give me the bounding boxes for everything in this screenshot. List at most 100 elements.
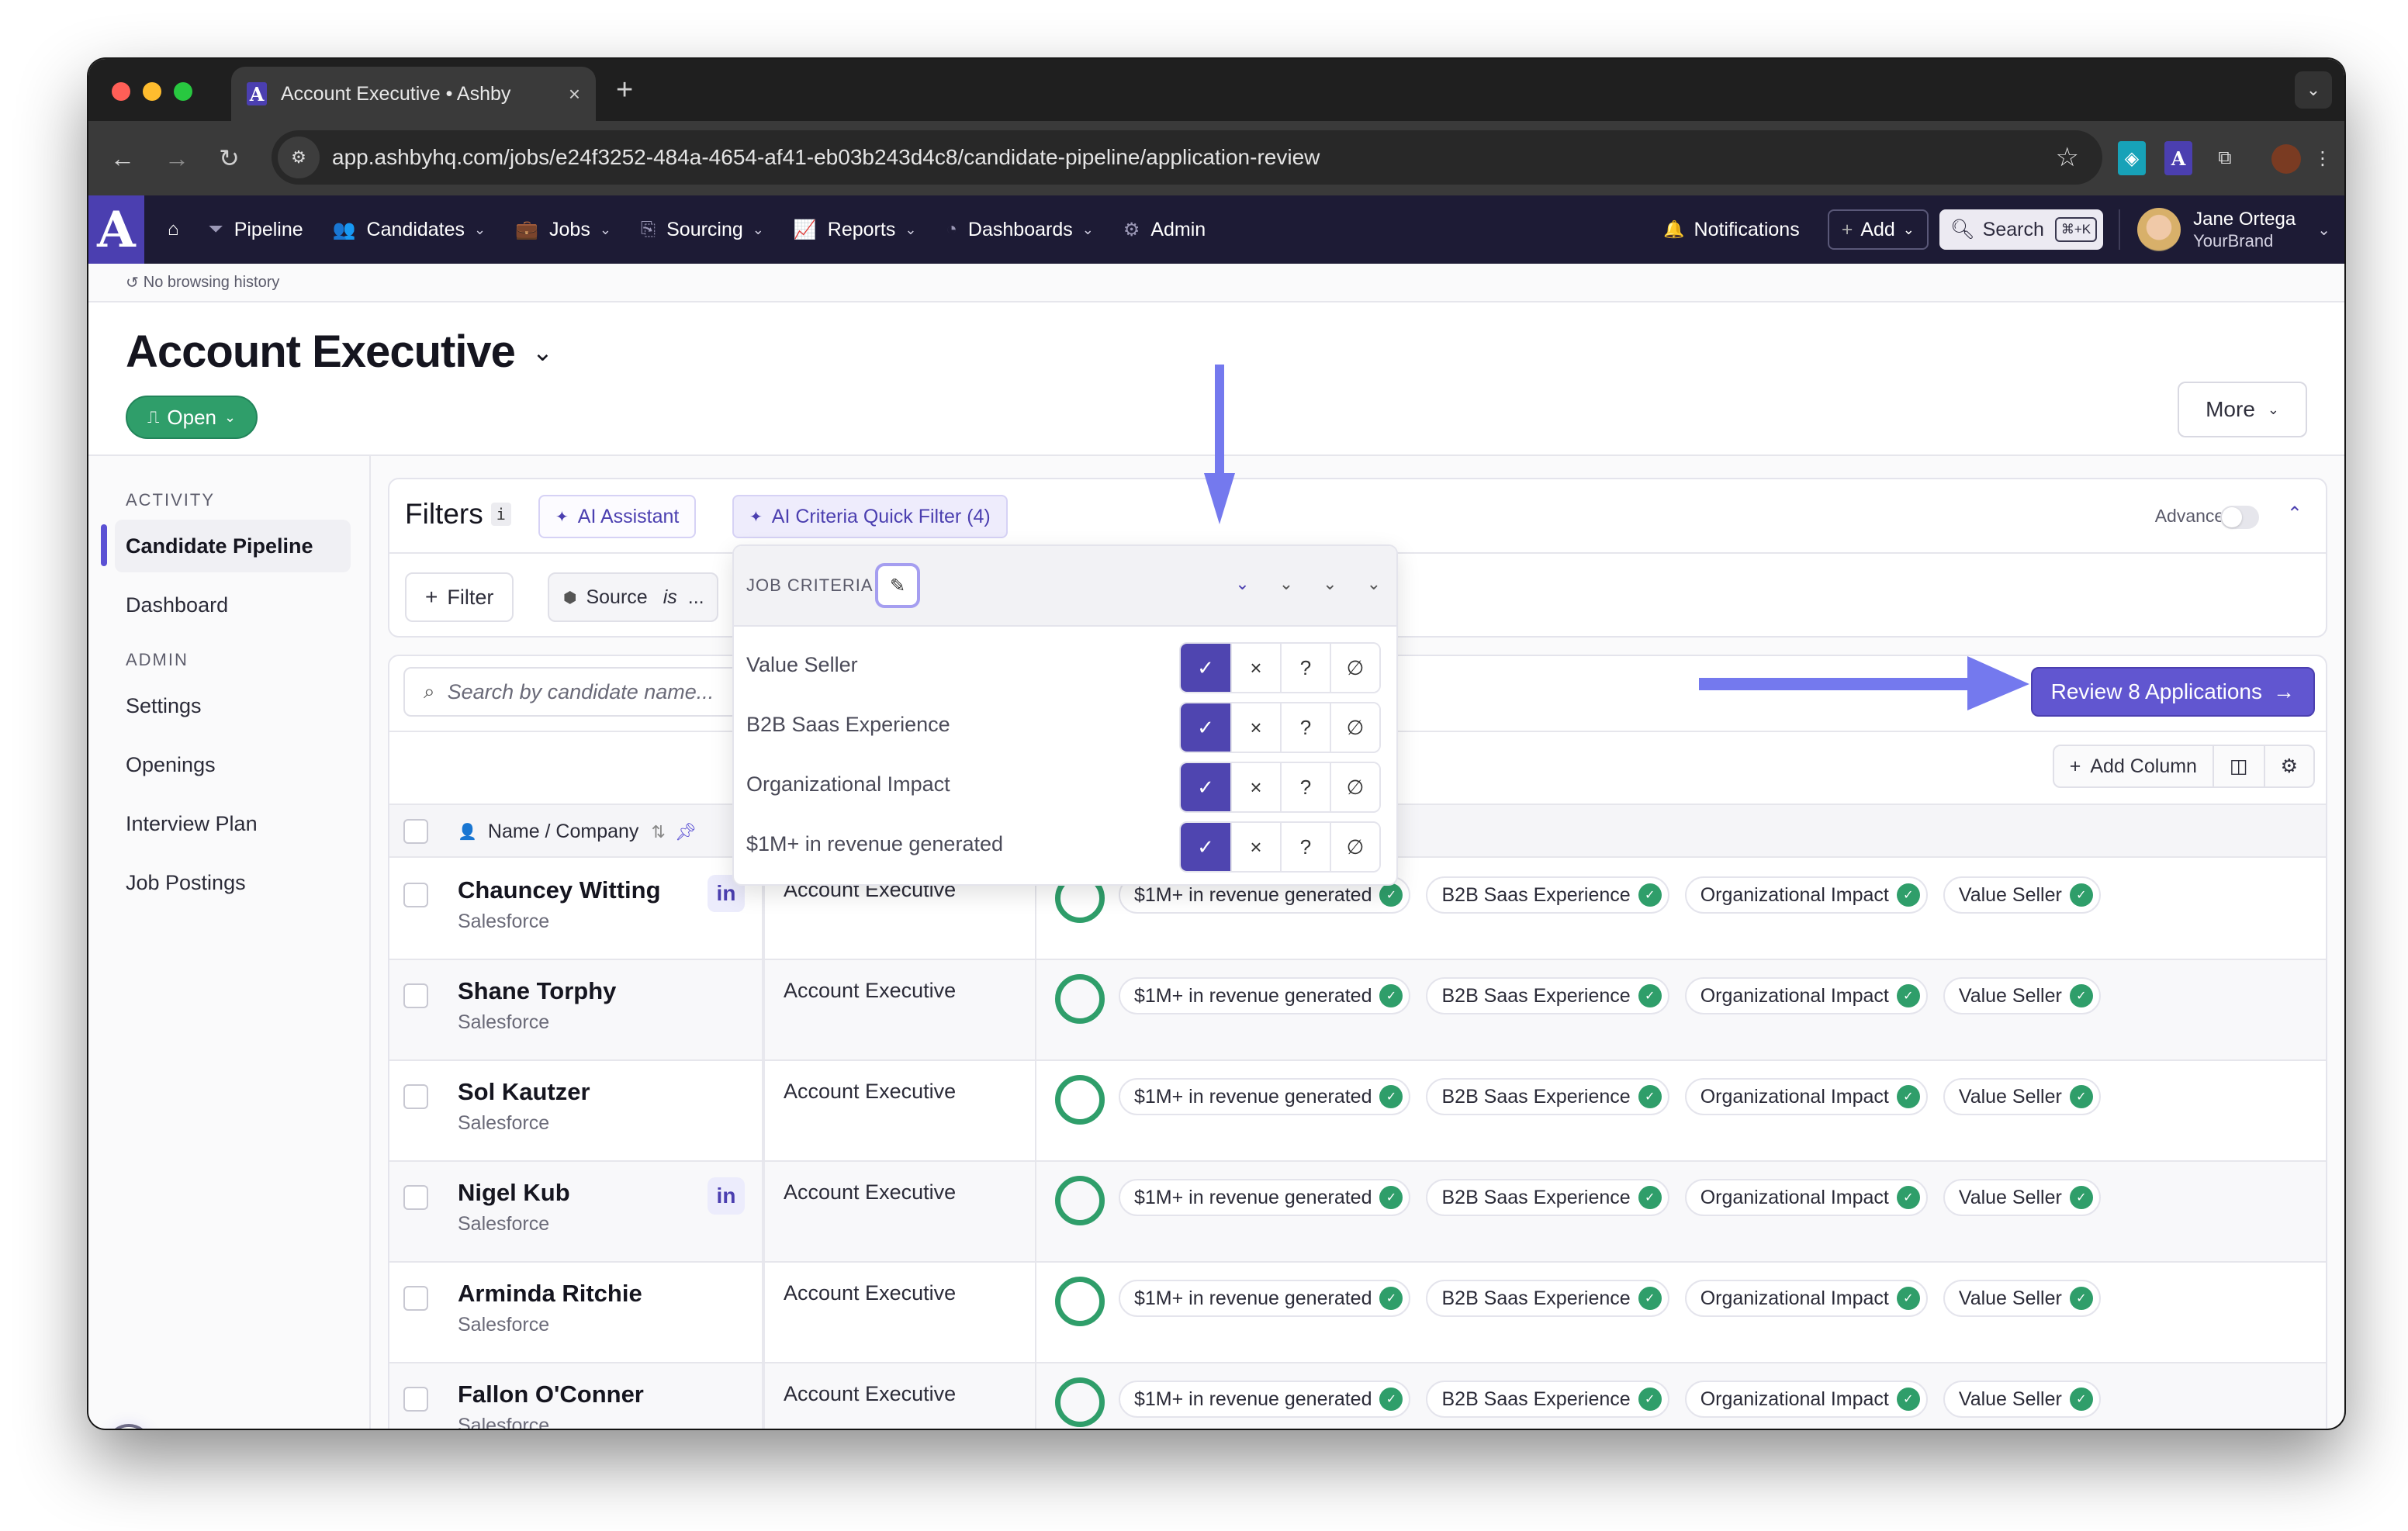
user-avatar[interactable] xyxy=(2137,208,2181,251)
sidebar-item-settings[interactable]: Settings xyxy=(115,679,351,732)
add-filter-button[interactable]: + Filter xyxy=(405,572,514,622)
meets-option[interactable]: ✓ xyxy=(1181,703,1230,752)
meets-option[interactable]: ✓ xyxy=(1181,644,1230,692)
unknown-option[interactable]: ? xyxy=(1280,644,1330,692)
meets-option[interactable]: ✓ xyxy=(1181,823,1230,871)
nav-reports[interactable]: 📈 Reports ⌄ xyxy=(794,219,917,241)
back-button[interactable]: ← xyxy=(110,143,135,174)
browser-menu-icon[interactable]: ⋮ xyxy=(2309,141,2337,175)
candidate-name[interactable]: Nigel Kub xyxy=(458,1179,570,1207)
reload-button[interactable]: ↻ xyxy=(219,143,240,174)
sidebar-item-interview-plan[interactable]: Interview Plan xyxy=(115,797,351,850)
linkedin-icon[interactable]: in xyxy=(708,1177,745,1215)
table-row[interactable]: Sol Kautzer Salesforce Account Executive $1… xyxy=(389,1061,2326,1162)
help-button[interactable]: ? xyxy=(106,1424,152,1429)
candidate-name[interactable]: Chauncey Witting xyxy=(458,876,661,904)
candidate-name[interactable]: Arminda Ritchie xyxy=(458,1280,642,1308)
nav-sourcing[interactable]: ⎘ Sourcing ⌄ xyxy=(641,219,764,241)
job-title-dropdown[interactable]: Account Executive ⌄ xyxy=(126,326,553,378)
global-search-button[interactable]: 🔍︎ Search ⌘+K xyxy=(1939,209,2104,250)
edit-pencil-icon[interactable]: ✎ xyxy=(875,563,920,608)
ai-assistant-button[interactable]: ✦ AI Assistant xyxy=(538,495,697,538)
sidebar-item-dashboard[interactable]: Dashboard xyxy=(115,579,351,631)
extension-icon[interactable]: ◈ xyxy=(2118,141,2146,175)
chevron-down-icon[interactable]: ⌄ xyxy=(1279,574,1293,594)
add-column-button[interactable]: + Add Column xyxy=(2054,746,2213,786)
site-settings-icon[interactable]: ⚙ xyxy=(278,137,320,178)
row-checkbox[interactable] xyxy=(403,1185,428,1210)
ashby-extension-icon[interactable]: A xyxy=(2164,141,2192,175)
profile-avatar-icon[interactable] xyxy=(2271,144,2301,174)
notifications-button[interactable]: 🔔 Notifications xyxy=(1663,219,1800,241)
user-menu[interactable]: Jane Ortega YourBrand xyxy=(2193,208,2296,251)
row-checkbox[interactable] xyxy=(403,1084,428,1109)
more-button[interactable]: More ⌄ xyxy=(2178,382,2307,437)
table-row[interactable]: Arminda Ritchie Salesforce Account Executi… xyxy=(389,1263,2326,1363)
table-row[interactable]: Fallon O'Conner Salesforce Account Executi… xyxy=(389,1363,2326,1429)
select-all-checkbox[interactable] xyxy=(403,819,428,844)
collapse-chevron-up-icon[interactable]: ⌃ xyxy=(2287,503,2302,525)
candidate-search-input[interactable]: ⌕ Search by candidate name... xyxy=(403,667,760,717)
review-applications-button[interactable]: Review 8 Applications → xyxy=(2030,667,2315,717)
source-filter-chip[interactable]: ⬢ Source is ... xyxy=(548,572,718,622)
nav-dashboards[interactable]: ◔ Dashboards ⌄ xyxy=(946,219,1093,241)
table-row[interactable]: Nigel Kub Salesforce in Account Executive $1… xyxy=(389,1162,2326,1263)
gear-icon[interactable]: ⚙ xyxy=(2263,746,2313,786)
chevron-down-icon[interactable]: ⌄ xyxy=(1235,574,1249,594)
sidebar-item-openings[interactable]: Openings xyxy=(115,738,351,791)
close-window-button[interactable] xyxy=(112,82,130,101)
row-checkbox[interactable] xyxy=(403,883,428,907)
url-bar[interactable]: ⚙ app.ashbyhq.com/jobs/e24f3252-484a-465… xyxy=(272,130,2102,185)
not-applicable-option[interactable]: ∅ xyxy=(1330,644,1379,692)
unknown-option[interactable]: ? xyxy=(1280,823,1330,871)
does-not-meet-option[interactable]: × xyxy=(1230,823,1280,871)
job-status-button[interactable]: ⎍ Open ⌄ xyxy=(126,396,258,439)
minimize-window-button[interactable] xyxy=(143,82,161,101)
maximize-window-button[interactable] xyxy=(174,82,192,101)
row-checkbox[interactable] xyxy=(403,1286,428,1311)
url-text[interactable]: app.ashbyhq.com/jobs/e24f3252-484a-4654-… xyxy=(332,145,2056,170)
columns-layout-icon[interactable]: ◫ xyxy=(2212,746,2264,786)
ashby-logo[interactable]: A xyxy=(88,195,144,264)
ai-criteria-quick-filter-button[interactable]: ✦ AI Criteria Quick Filter (4) xyxy=(732,495,1008,538)
info-icon[interactable]: i xyxy=(490,503,511,526)
not-applicable-option[interactable]: ∅ xyxy=(1330,763,1379,811)
sidebar-item-job-postings[interactable]: Job Postings xyxy=(115,856,351,909)
nav-pipeline[interactable]: ⏷ Pipeline xyxy=(209,219,303,241)
bookmark-star-icon[interactable]: ☆ xyxy=(2056,142,2079,173)
does-not-meet-option[interactable]: × xyxy=(1230,644,1280,692)
nav-admin[interactable]: ⚙ Admin xyxy=(1123,219,1206,241)
forward-button[interactable]: → xyxy=(164,143,189,174)
candidate-name[interactable]: Shane Torphy xyxy=(458,977,616,1005)
filter-value: ... xyxy=(687,586,704,608)
unknown-option[interactable]: ? xyxy=(1280,703,1330,752)
meets-option[interactable]: ✓ xyxy=(1181,763,1230,811)
nav-candidates[interactable]: 👥 Candidates ⌄ xyxy=(333,219,486,241)
row-checkbox[interactable] xyxy=(403,983,428,1008)
browser-tab[interactable]: A Account Executive • Ashby × xyxy=(231,67,596,121)
advanced-toggle[interactable] xyxy=(2220,506,2259,529)
extensions-puzzle-icon[interactable]: ⧉ xyxy=(2211,141,2239,175)
candidate-name[interactable]: Sol Kautzer xyxy=(458,1078,590,1106)
home-icon[interactable]: ⌂ xyxy=(168,219,179,240)
chevron-down-icon[interactable]: ⌄ xyxy=(1323,574,1337,594)
table-row[interactable]: Shane Torphy Salesforce Account Executive $… xyxy=(389,960,2326,1061)
column-header-name[interactable]: 👤 Name / Company ⇅ 📌︎ xyxy=(458,821,697,843)
row-checkbox[interactable] xyxy=(403,1387,428,1412)
tab-search-button[interactable]: ⌄ xyxy=(2295,71,2332,109)
chevron-down-icon[interactable]: ⌄ xyxy=(1367,574,1381,594)
candidate-name[interactable]: Fallon O'Conner xyxy=(458,1381,644,1408)
not-applicable-option[interactable]: ∅ xyxy=(1330,823,1379,871)
add-button[interactable]: + Add ⌄ xyxy=(1827,209,1929,250)
new-tab-button[interactable]: + xyxy=(616,74,633,105)
does-not-meet-option[interactable]: × xyxy=(1230,703,1280,752)
chevron-down-icon[interactable]: ⌄ xyxy=(2317,220,2330,240)
not-applicable-option[interactable]: ∅ xyxy=(1330,703,1379,752)
does-not-meet-option[interactable]: × xyxy=(1230,763,1280,811)
sort-icon[interactable]: ⇅ xyxy=(651,822,665,842)
sidebar-item-candidate-pipeline[interactable]: Candidate Pipeline xyxy=(115,520,351,572)
nav-jobs[interactable]: 💼 Jobs ⌄ xyxy=(515,219,611,241)
unknown-option[interactable]: ? xyxy=(1280,763,1330,811)
pin-icon[interactable]: 📌︎ xyxy=(675,822,697,842)
tab-close-icon[interactable]: × xyxy=(569,82,580,106)
